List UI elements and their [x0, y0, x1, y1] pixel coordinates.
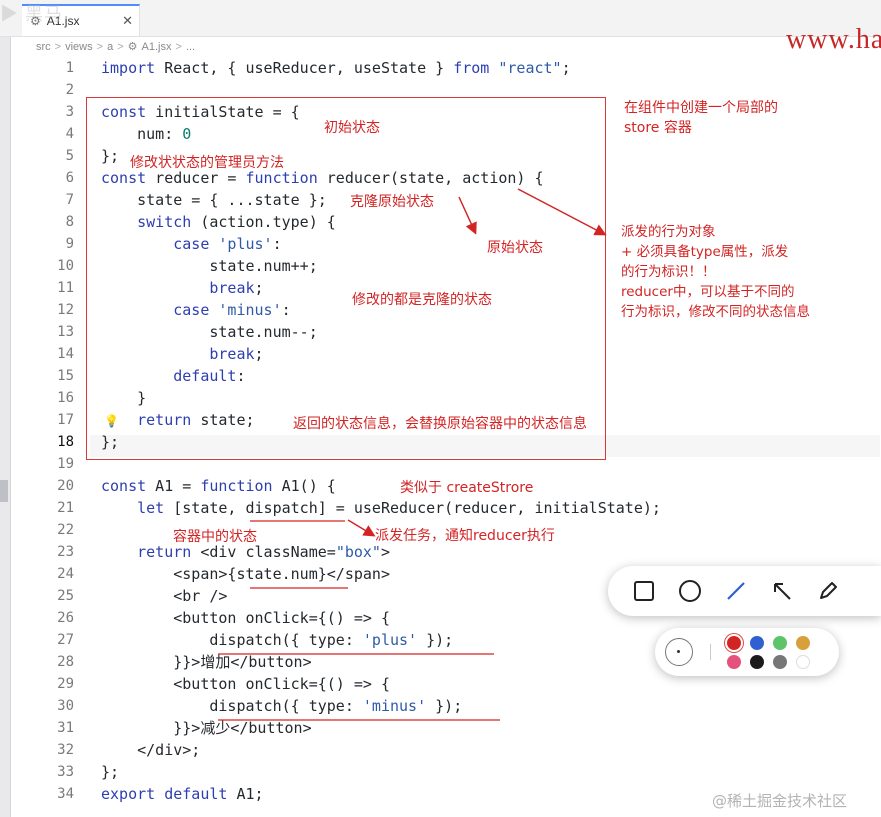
- swatch-pink[interactable]: [727, 655, 741, 669]
- arrow-icon[interactable]: [768, 577, 796, 605]
- circle-icon[interactable]: [676, 577, 704, 605]
- swatch-black[interactable]: [750, 655, 764, 669]
- color-palette: [655, 628, 839, 676]
- rectangle-icon[interactable]: [630, 577, 658, 605]
- line-icon[interactable]: [722, 577, 750, 605]
- swatch-blue[interactable]: [750, 636, 764, 650]
- swatch-gray[interactable]: [773, 655, 787, 669]
- arrow-to-original: [458, 196, 477, 235]
- watermark-juejin: @稀土掘金技术社区: [712, 792, 848, 810]
- palette-divider: [710, 644, 711, 660]
- annotation-arrows: [218, 188, 607, 721]
- stroke-size-selector[interactable]: [665, 638, 693, 666]
- drawing-toolbar: [608, 566, 881, 616]
- pencil-icon[interactable]: [814, 577, 842, 605]
- arrow-to-action: [517, 188, 607, 236]
- swatch-orange[interactable]: [796, 636, 810, 650]
- arrow-to-dispatch: [347, 519, 376, 537]
- swatch-green[interactable]: [773, 636, 787, 650]
- swatch-red[interactable]: [725, 634, 743, 652]
- swatch-white[interactable]: [796, 655, 810, 669]
